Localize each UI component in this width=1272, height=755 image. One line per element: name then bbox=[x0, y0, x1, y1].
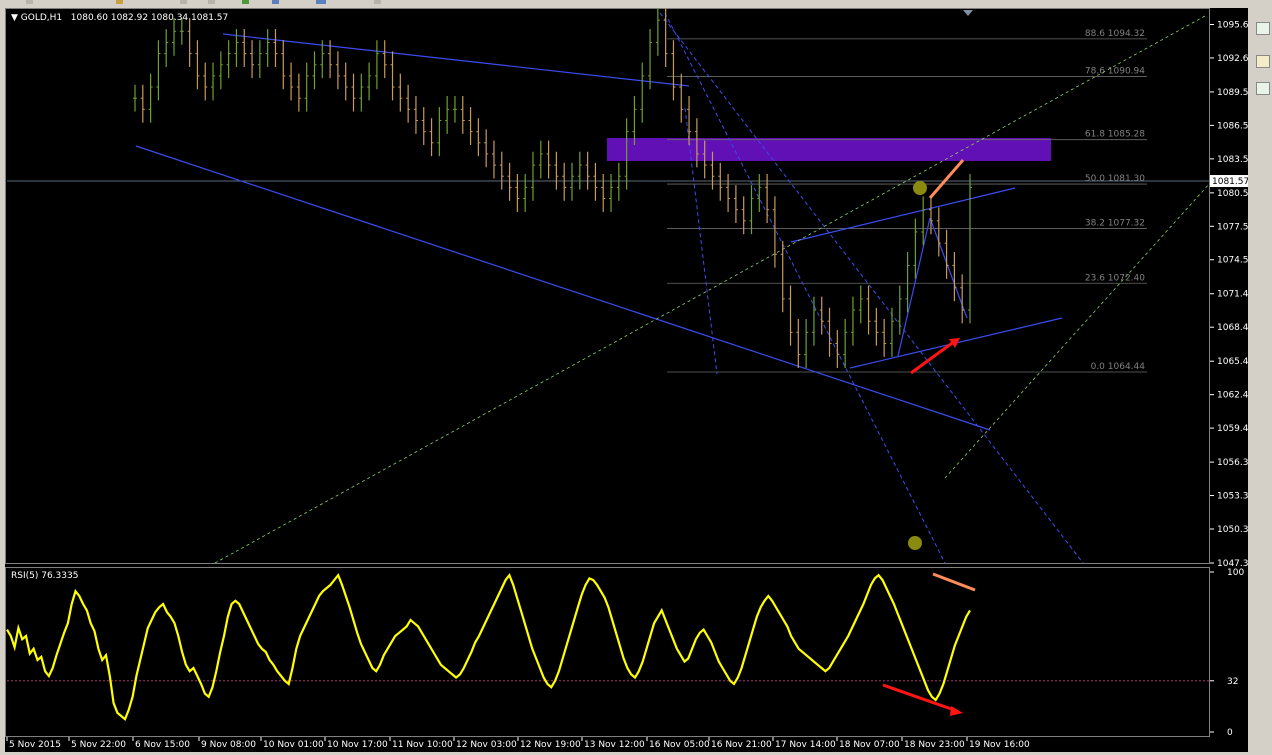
price-tick-label: 1077.51 bbox=[1217, 222, 1248, 232]
rsi-tick-label: 100 bbox=[1227, 568, 1244, 578]
ohlc-readout: 1080.60 1082.92 1080.34 1081.57 bbox=[70, 13, 229, 23]
fib-level-label: 0.0 1064.44 bbox=[1091, 362, 1146, 372]
time-tick-label: 17 Nov 14:00 bbox=[775, 740, 836, 750]
price-header: ▼ GOLD,H1 1080.60 1082.92 1080.34 1081.5… bbox=[11, 13, 228, 23]
chart-canvas: 88.6 1094.32 78.6 1090.94 61.8 1085.28 50.0… bbox=[6, 8, 1248, 750]
time-tick-label: 12 Nov 19:00 bbox=[520, 740, 581, 750]
rsi-arrow-orange bbox=[932, 572, 976, 592]
toolbar-button-icon[interactable] bbox=[272, 0, 279, 4]
price-tick-label: 1062.41 bbox=[1217, 391, 1248, 401]
fib-level-label: 38.2 1077.32 bbox=[1085, 218, 1145, 228]
price-tick-label: 1050.36 bbox=[1217, 525, 1248, 535]
trendline bbox=[135, 145, 991, 431]
time-tick-label: 10 Nov 17:00 bbox=[327, 740, 388, 750]
rsi-tick-label: 0 bbox=[1227, 728, 1233, 738]
price-tick-label: 1071.46 bbox=[1217, 290, 1248, 300]
trendline bbox=[222, 33, 690, 87]
toolbar-button-icon[interactable] bbox=[242, 0, 249, 4]
time-tick-label: 11 Nov 10:00 bbox=[392, 740, 453, 750]
time-tick-label: 19 Nov 16:00 bbox=[969, 740, 1030, 750]
price-arrow-red bbox=[910, 339, 956, 375]
signal-dot bbox=[913, 181, 927, 195]
price-arrow-orange bbox=[928, 159, 965, 199]
price-tick-label: 1080.51 bbox=[1217, 189, 1248, 199]
time-tick-label: 16 Nov 05:00 bbox=[649, 740, 710, 750]
time-tick-label: 5 Nov 22:00 bbox=[71, 740, 126, 750]
toolbar-button-icon[interactable] bbox=[26, 0, 33, 4]
toolbar-button-icon[interactable] bbox=[180, 0, 187, 4]
rsi-line bbox=[6, 573, 971, 722]
time-tick-label: 9 Nov 08:00 bbox=[201, 740, 256, 750]
price-tick-label: 1083.56 bbox=[1217, 155, 1248, 165]
toolbar-button-icon[interactable] bbox=[208, 0, 215, 4]
price-tick-label: 1065.41 bbox=[1217, 357, 1248, 367]
fib-level-label: 23.6 1072.40 bbox=[1085, 273, 1145, 283]
toolbar-button-icon[interactable] bbox=[374, 0, 381, 4]
fib-level-label: 88.6 1094.32 bbox=[1085, 29, 1145, 39]
time-tick-label: 13 Nov 12:00 bbox=[584, 740, 645, 750]
rsi-header: RSI(5) 76.3335 bbox=[11, 571, 78, 581]
time-tick-label: 5 Nov 2015 bbox=[9, 740, 61, 750]
price-tick-label: 1095.61 bbox=[1217, 20, 1248, 30]
rsi-label: RSI(5) 76.3335 bbox=[11, 571, 79, 581]
dashed-trendline bbox=[659, 12, 1084, 564]
add-chart-icon[interactable] bbox=[1256, 22, 1270, 35]
trendline bbox=[790, 187, 1016, 243]
toolbar-button-icon[interactable] bbox=[316, 0, 326, 4]
time-tick-label: 6 Nov 15:00 bbox=[135, 740, 190, 750]
current-price-label: 1081.57 bbox=[1212, 177, 1248, 187]
time-tick-label: 12 Nov 03:00 bbox=[456, 740, 517, 750]
fib-level-label: 61.8 1085.28 bbox=[1085, 130, 1145, 140]
trendline bbox=[929, 217, 968, 319]
collapse-triangle-icon[interactable]: ▼ bbox=[11, 13, 18, 23]
shift-marker-icon bbox=[963, 10, 973, 16]
time-tick-label: 10 Nov 01:00 bbox=[263, 740, 324, 750]
channel-line bbox=[944, 182, 1211, 479]
signal-dot bbox=[908, 536, 922, 550]
toolbar-icons bbox=[26, 0, 381, 4]
price-tick-label: 1092.61 bbox=[1217, 54, 1248, 64]
symbol-label: GOLD,H1 bbox=[20, 13, 63, 23]
chart-window[interactable]: 88.6 1094.32 78.6 1090.94 61.8 1085.28 50.0… bbox=[5, 8, 1248, 753]
fib-level-label: 78.6 1090.94 bbox=[1085, 67, 1145, 77]
price-tick-label: 1053.36 bbox=[1217, 492, 1248, 502]
rsi-arrowhead-red bbox=[950, 706, 963, 716]
resistance-zone bbox=[607, 138, 1051, 161]
price-tick-label: 1086.56 bbox=[1217, 121, 1248, 131]
refresh-icon[interactable] bbox=[1256, 82, 1270, 95]
price-tick-label: 1059.41 bbox=[1217, 424, 1248, 434]
toolbar-strip bbox=[0, 0, 1272, 8]
trendline bbox=[897, 217, 931, 357]
time-tick-label: 16 Nov 21:00 bbox=[711, 740, 772, 750]
dashed-trendline bbox=[664, 12, 946, 564]
toolbar-button-icon[interactable] bbox=[116, 0, 123, 4]
channel-line bbox=[214, 15, 1206, 564]
rsi-arrow-red bbox=[882, 683, 958, 713]
time-tick-label: 18 Nov 23:00 bbox=[904, 740, 965, 750]
side-toolbar bbox=[1253, 8, 1272, 755]
price-tick-label: 1074.51 bbox=[1217, 256, 1248, 266]
price-tick-label: 1068.46 bbox=[1217, 323, 1248, 333]
rsi-tick-label: 32 bbox=[1227, 677, 1238, 687]
price-tick-label: 1089.56 bbox=[1217, 88, 1248, 98]
time-tick-label: 18 Nov 07:00 bbox=[839, 740, 900, 750]
folder-icon[interactable] bbox=[1256, 55, 1270, 68]
fib-level-label: 50.0 1081.30 bbox=[1085, 174, 1145, 184]
price-tick-label: 1056.36 bbox=[1217, 458, 1248, 468]
